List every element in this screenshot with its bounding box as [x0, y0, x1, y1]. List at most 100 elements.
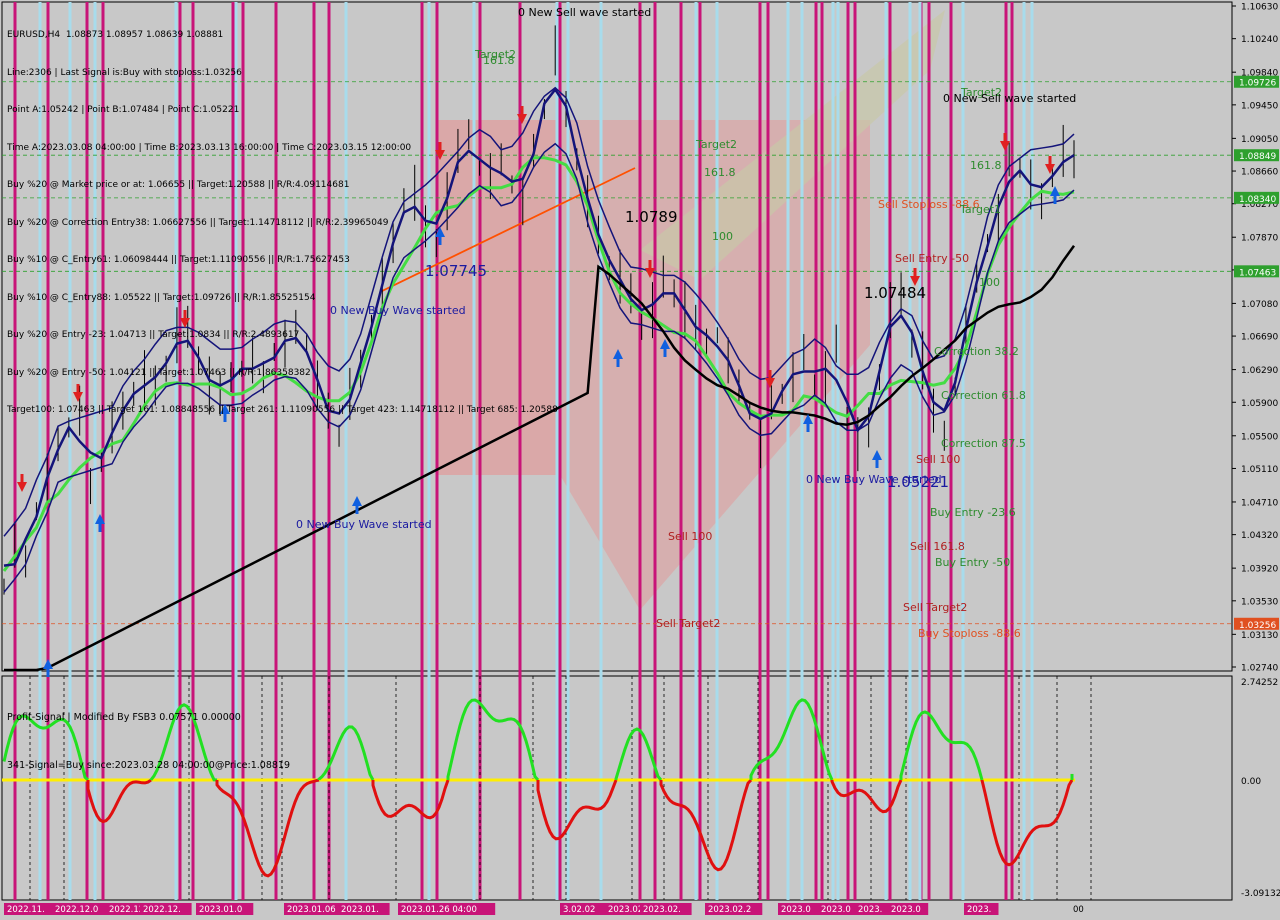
sell-arrow-icon	[648, 260, 652, 268]
sell-arrow-icon	[1048, 156, 1052, 164]
price-tick-label: 1.05110	[1241, 465, 1278, 475]
buy-arrow-icon	[616, 359, 620, 367]
price-tick-label: 1.09450	[1241, 101, 1278, 111]
price-tick-label: 1.04320	[1241, 531, 1278, 541]
price-marker-label: 1.07463	[1239, 268, 1276, 278]
time-label: 2023.01.26 04:00	[401, 905, 477, 915]
buy-signal-line	[831, 2, 835, 900]
price-tick-label: 1.08660	[1241, 168, 1278, 178]
time-label: 2023.02.2	[708, 905, 751, 915]
info-line: Buy %10 @ C_Entry88: 1.05522 || Target:1…	[7, 292, 316, 303]
time-label: 2023.0	[891, 905, 921, 915]
price-tick-label: 1.05900	[1241, 399, 1278, 409]
price-marker-label: 1.08340	[1239, 195, 1276, 205]
sell-signal-line	[558, 2, 562, 900]
price-tick-label: 1.10630	[1241, 3, 1278, 13]
chart-label: 100	[712, 230, 733, 243]
info-line: Buy %20 @ Entry -23: 1.04713 || Target:1…	[7, 330, 300, 340]
buy-arrow-icon	[663, 349, 667, 357]
chart-label: Buy Entry -50	[935, 556, 1010, 569]
chart-label: Correction 87.5	[941, 437, 1026, 450]
sell-signal-line	[814, 2, 818, 900]
sell-signal-line	[927, 2, 931, 900]
time-label: 2022.12.0	[55, 905, 98, 915]
buy-signal-line	[786, 2, 790, 900]
chart-label: Sell 100	[916, 453, 960, 466]
price-tick-label: 1.03530	[1241, 597, 1278, 607]
subwindow-info: Profit-Signal | Modified By FSB3 0.07571…	[7, 678, 290, 790]
buy-signal-line	[694, 2, 698, 900]
chart-info-block: EURUSD,H4 1.08873 1.08957 1.08639 1.0888…	[7, 4, 558, 429]
sell-signal-line	[698, 2, 702, 900]
info-line: Buy %20 @ Market price or at: 1.06655 ||…	[7, 180, 350, 190]
buy-arrow-icon	[355, 506, 359, 514]
time-label: 2023.02.	[643, 905, 681, 915]
time-label: 2023.0	[821, 905, 851, 915]
price-tick-label: 1.02740	[1241, 664, 1278, 674]
chart-label: 161.8	[970, 159, 1002, 172]
sell-signal-line	[1010, 2, 1014, 900]
chart-label: 0 New Sell wave started	[943, 92, 1076, 105]
time-label: 2023.0	[781, 905, 811, 915]
chart-label: 100	[979, 276, 1000, 289]
price-tick-label: 1.03130	[1241, 631, 1278, 641]
info-line: Target100: 1.07463 || Target 161: 1.0884…	[7, 405, 558, 415]
price-tick-label: 1.06690	[1241, 333, 1278, 343]
time-label: 2022.12.	[143, 905, 181, 915]
buy-signal-line	[800, 2, 804, 900]
price-tick-label: 1.07080	[1241, 300, 1278, 310]
subwindow-title: Profit-Signal | Modified By FSB3 0.07571…	[7, 712, 241, 723]
time-label: 2023.	[858, 905, 882, 915]
chart-label: Sell Target2	[903, 601, 967, 614]
time-label: 2023.01.0	[199, 905, 242, 915]
price-tick-label: 1.07870	[1241, 234, 1278, 244]
chart-label: 1.05221	[887, 473, 949, 491]
sell-signal-line	[679, 2, 683, 900]
buy-signal-line	[566, 2, 570, 900]
buy-signal-line	[715, 2, 719, 900]
buy-signal-line	[961, 2, 965, 900]
buy-signal-line	[1022, 2, 1026, 900]
sub-axis-label: 2.74252	[1241, 678, 1278, 688]
sell-arrow-icon	[20, 474, 24, 482]
price-marker-label: 1.03256	[1239, 621, 1276, 631]
sell-signal-line	[853, 2, 857, 900]
sell-arrow-icon	[768, 370, 772, 378]
chart-label: 0 New Buy Wave started	[296, 518, 432, 531]
buy-arrow-icon	[875, 460, 879, 468]
buy-arrow-icon	[46, 669, 50, 677]
price-marker-label: 1.08849	[1239, 152, 1276, 162]
info-line: Buy %20 @ Correction Entry38: 1.06627556…	[7, 217, 389, 228]
sell-signal-line	[820, 2, 824, 900]
chart-label: Correction 38.2	[934, 345, 1019, 358]
price-tick-label: 1.09050	[1241, 135, 1278, 145]
sell-signal-line	[846, 2, 850, 900]
buy-arrow-icon	[1053, 196, 1057, 204]
sell-signal-line	[766, 2, 770, 900]
info-line: Time A:2023.03.08 04:00:00 | Time B:2023…	[7, 142, 412, 153]
price-tick-label: 1.06290	[1241, 366, 1278, 376]
price-tick-label: 1.05500	[1241, 432, 1278, 442]
buy-signal-line	[836, 2, 840, 900]
info-line: Point A:1.05242 | Point B:1.07484 | Poin…	[7, 105, 240, 115]
info-line: Line:2306 | Last Signal is:Buy with stop…	[7, 67, 242, 78]
info-line: Buy %20 @ Entry -50: 1.04121 || Target:1…	[7, 367, 311, 378]
sell-signal-line	[949, 2, 953, 900]
buy-signal-line	[918, 2, 922, 900]
sub-axis-label: 0.00	[1241, 777, 1261, 787]
info-line: Buy %10 @ C_Entry61: 1.06098444 || Targe…	[7, 255, 350, 265]
buy-arrow-icon	[806, 424, 810, 432]
price-tick-label: 1.03920	[1241, 565, 1278, 575]
symbol-line: EURUSD,H4 1.08873 1.08957 1.08639 1.0888…	[7, 30, 224, 40]
chart-label: Correction 61.8	[941, 389, 1026, 402]
chart-label: Target1	[959, 203, 1001, 216]
time-label: 3.02.02	[563, 905, 595, 915]
chart-label: Target2	[695, 138, 737, 151]
chart-label: Sell Entry -50	[895, 252, 969, 265]
buy-signal-line	[1030, 2, 1034, 900]
chart-label: Sell 100	[668, 530, 712, 543]
sell-signal-line	[888, 2, 892, 900]
price-marker-label: 1.09726	[1239, 79, 1276, 89]
time-label: 2023.	[967, 905, 991, 915]
buy-signal-line	[599, 2, 603, 900]
